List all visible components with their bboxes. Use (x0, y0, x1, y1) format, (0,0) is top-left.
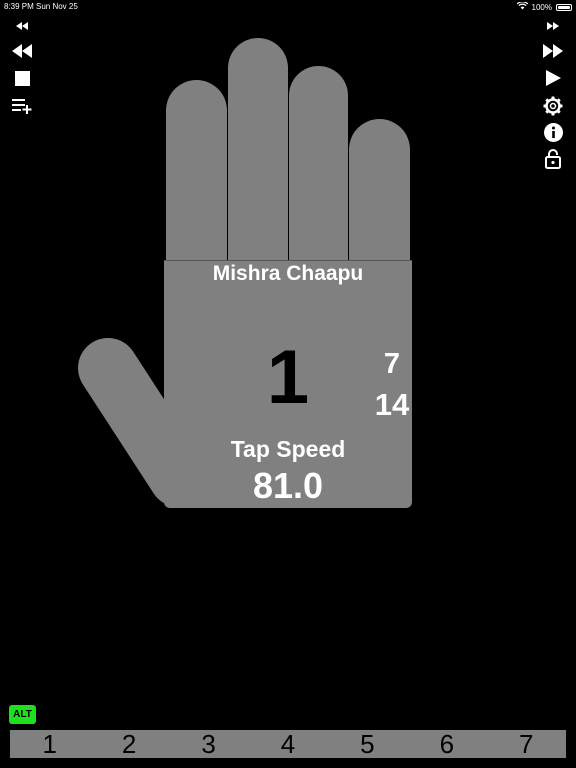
finger-ring (289, 66, 348, 262)
finger-little (349, 119, 410, 262)
beat-cell-1[interactable]: 1 (10, 729, 89, 759)
finger-index (166, 80, 227, 262)
beat-cell-5[interactable]: 5 (328, 729, 407, 759)
tap-speed-label: Tap Speed (230, 436, 346, 462)
beat-count-bottom: 14 (374, 387, 410, 422)
beat-cell-7[interactable]: 7 (487, 729, 566, 759)
beat-strip: 1 2 3 4 5 6 7 (10, 729, 566, 759)
beat-cell-6[interactable]: 6 (407, 729, 486, 759)
finger-middle (228, 38, 288, 262)
beat-cell-3[interactable]: 3 (169, 729, 248, 759)
tap-speed-value: 81.0 (252, 465, 324, 506)
beat-cell-4[interactable]: 4 (248, 729, 327, 759)
alt-button[interactable]: ALT (9, 705, 36, 724)
current-beat: 1 (266, 335, 310, 420)
beat-count-top: 7 (383, 348, 401, 380)
tala-name: Mishra Chaapu (212, 262, 364, 285)
beat-cell-2[interactable]: 2 (89, 729, 168, 759)
